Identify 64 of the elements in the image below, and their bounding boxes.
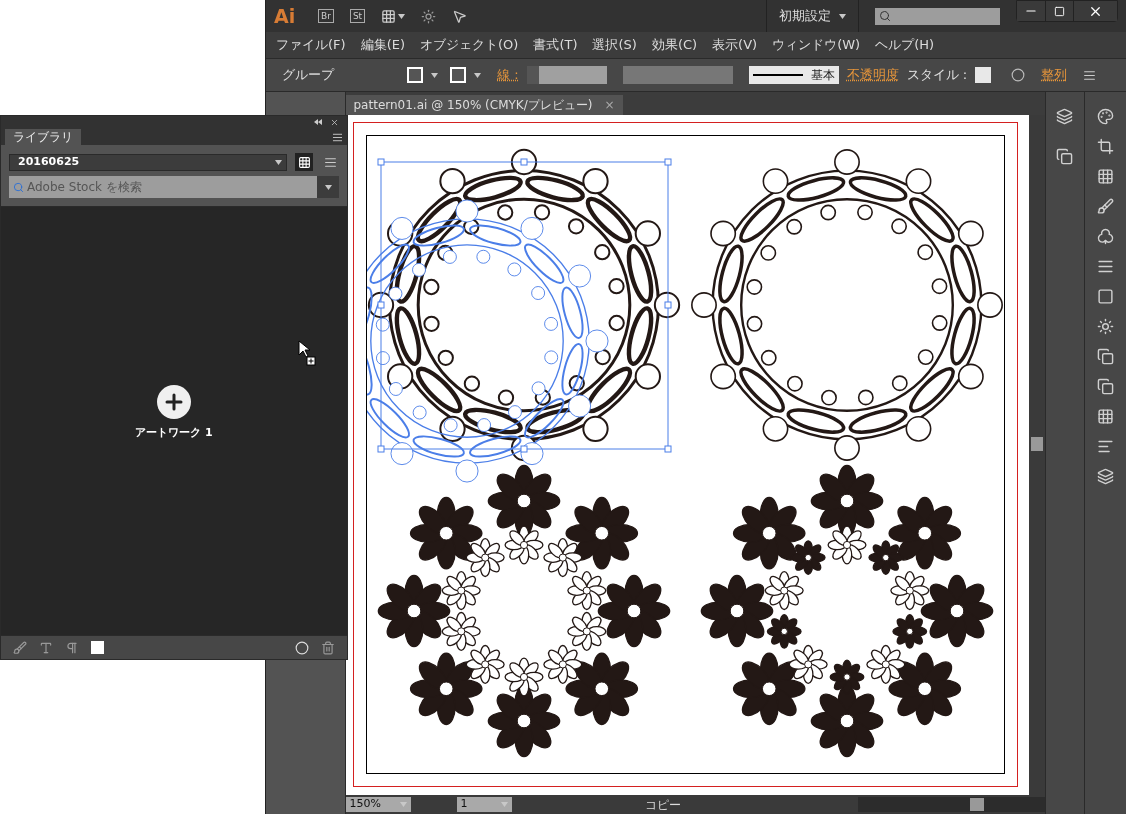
maximize-icon [1054, 5, 1065, 17]
caret-icon [275, 159, 282, 165]
panel-menu-icon[interactable] [1083, 68, 1097, 82]
panel-close-icon[interactable] [330, 117, 339, 127]
style-label: スタイル : [906, 66, 968, 85]
style-swatch[interactable] [975, 67, 992, 83]
close-button[interactable] [1073, 1, 1117, 21]
caret-icon [839, 13, 846, 19]
stroke-profile-dropdown[interactable]: 基本 [748, 66, 839, 84]
menu-item[interactable]: 選択(S) [592, 35, 637, 55]
arrange-documents-icon[interactable] [381, 8, 406, 24]
scroll-thumb[interactable] [969, 798, 984, 811]
add-graphic-icon[interactable] [13, 640, 27, 655]
menu-item[interactable]: 効果(C) [651, 35, 698, 55]
stroke-swatch-icon[interactable] [450, 67, 466, 83]
delete-icon[interactable] [321, 640, 335, 655]
caret-icon [398, 13, 406, 19]
fill-swatch-icon[interactable] [407, 67, 423, 83]
bridge-button[interactable]: Br [318, 9, 334, 23]
artboard-number-dropdown[interactable]: 1 [456, 797, 512, 812]
grid-view-button[interactable] [295, 153, 313, 171]
panel-menu-icon[interactable] [332, 132, 343, 143]
document-tab[interactable]: pattern01.ai @ 150% (CMYK/プレビュー) × [345, 95, 623, 115]
selection-type-label: グループ [281, 66, 336, 85]
status-text: コピー [644, 796, 682, 814]
stroke-label[interactable]: 線 : [497, 65, 519, 85]
collapse-icon[interactable] [314, 119, 322, 125]
zoom-dropdown[interactable]: 150% [345, 797, 411, 812]
scroll-thumb[interactable] [1030, 437, 1043, 451]
minimize-button[interactable] [1017, 1, 1045, 21]
search-field[interactable] [875, 7, 1000, 25]
menu-item[interactable]: 表示(V) [712, 35, 758, 55]
search-icon [879, 10, 891, 22]
library-dropdown[interactable]: 20160625 [9, 153, 287, 171]
add-character-style-icon[interactable] [39, 640, 53, 655]
opacity-label[interactable]: 不透明度 [846, 65, 899, 85]
artwork-drop-label: アートワーク 1 [135, 425, 213, 441]
caret-icon [474, 72, 481, 78]
list-icon [323, 155, 337, 169]
menu-item[interactable]: ヘルプ(H) [875, 35, 935, 55]
stroke-weight-field[interactable] [526, 66, 607, 84]
search-options-button[interactable] [317, 176, 339, 198]
add-paragraph-style-icon[interactable] [65, 640, 79, 655]
grid-icon [297, 155, 311, 169]
menu-item[interactable]: 編集(E) [360, 35, 405, 55]
caret-icon [324, 184, 332, 190]
stock-search-field[interactable]: Adobe Stock を検索 [9, 176, 317, 198]
menu-item[interactable]: 書式(T) [533, 35, 578, 55]
app-logo: Ai [274, 3, 297, 29]
menu-item[interactable]: オブジェクト(O) [420, 35, 519, 55]
search-icon [13, 182, 24, 193]
libraries-tab[interactable]: ライブラリ [5, 129, 81, 145]
menu-item[interactable]: ウィンドウ(W) [772, 35, 861, 55]
caret-icon [399, 802, 407, 807]
cursor-add-icon [298, 340, 316, 366]
stock-button[interactable]: St [349, 9, 366, 23]
document-title: pattern01.ai @ 150% (CMYK/プレビュー) [353, 97, 593, 114]
caret-icon [431, 72, 438, 78]
horizontal-scrollbar[interactable] [857, 797, 1045, 812]
maximize-button[interactable] [1045, 1, 1073, 21]
align-label[interactable]: 整列 [1041, 65, 1068, 85]
add-color-swatch[interactable] [91, 641, 104, 654]
caret-icon [500, 802, 508, 807]
menu-item[interactable]: ファイル(F) [276, 35, 346, 55]
